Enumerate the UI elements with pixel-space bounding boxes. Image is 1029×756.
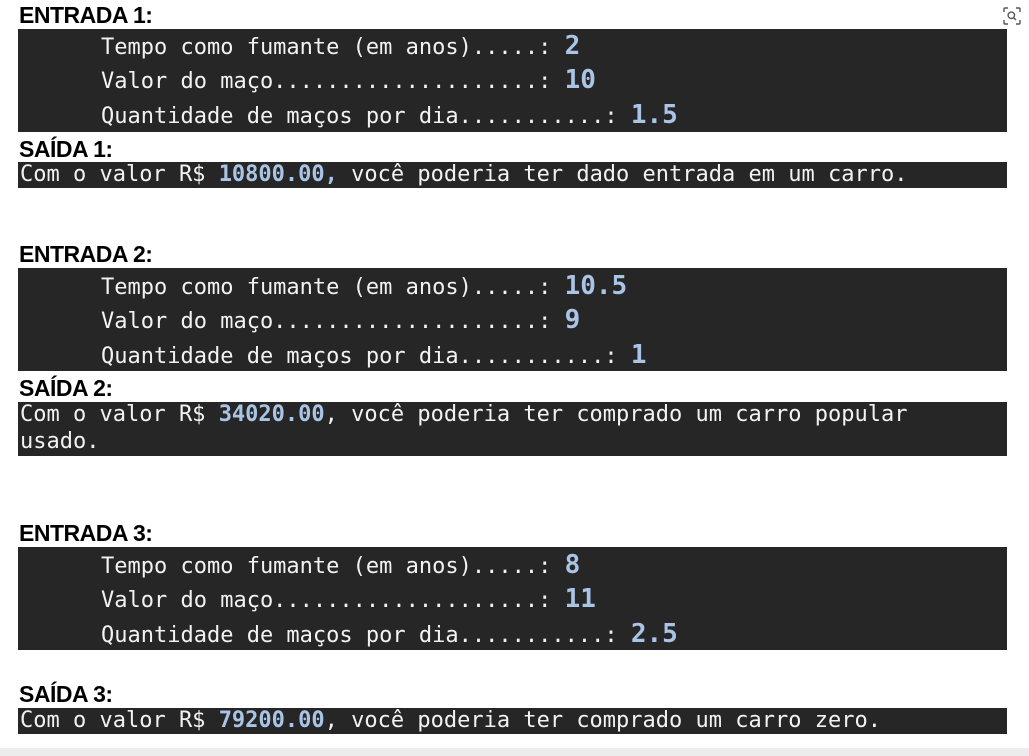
saida-suffix: você poderia ter dado entrada em um carr…	[337, 162, 908, 187]
visual-search-icon[interactable]	[1003, 7, 1021, 25]
saida-1-block: Com o valor R$ 10800.00, você poderia te…	[18, 162, 1007, 188]
entrada-2-title: ENTRADA 2:	[19, 241, 153, 267]
saida-value: 34020.00	[218, 402, 325, 427]
quantidade-value: 2.5	[630, 619, 678, 649]
bottom-divider	[0, 748, 1029, 756]
saida-prefix: Com o valor R$	[20, 402, 219, 427]
valor-value: 9	[564, 305, 581, 335]
quantidade-label: Quantidade de maços por dia...........:	[101, 104, 631, 129]
entrada-2-valor-line: Valor do maço....................: 9	[101, 305, 580, 337]
tempo-label: Tempo como fumante (em anos).....:	[101, 554, 565, 579]
saida-value: 10800.00,	[218, 162, 338, 187]
tempo-value: 8	[564, 550, 581, 580]
valor-value: 10	[564, 65, 596, 95]
entrada-1-block: Tempo como fumante (em anos).....: 2 Val…	[18, 29, 1007, 132]
saida-2-line-1: Com o valor R$ 34020.00, você poderia te…	[20, 402, 907, 428]
saida-value: 79200.00	[218, 708, 325, 733]
entrada-3-valor-line: Valor do maço....................: 11	[101, 584, 596, 616]
entrada-3-block: Tempo como fumante (em anos).....: 8 Val…	[18, 547, 1007, 650]
saida-2-title: SAÍDA 2:	[19, 375, 113, 401]
valor-label: Valor do maço....................:	[101, 588, 565, 613]
tempo-label: Tempo como fumante (em anos).....:	[101, 275, 565, 300]
saida-prefix: Com o valor R$	[20, 708, 219, 733]
saida-1-line: Com o valor R$ 10800.00, você poderia te…	[20, 162, 907, 188]
valor-label: Valor do maço....................:	[101, 309, 565, 334]
saida-3-title: SAÍDA 3:	[19, 681, 113, 707]
entrada-3-title: ENTRADA 3:	[19, 520, 153, 546]
tempo-label: Tempo como fumante (em anos).....:	[101, 35, 565, 60]
saida-suffix: , você poderia ter comprado um carro zer…	[324, 708, 881, 733]
saida-2-block: Com o valor R$ 34020.00, você poderia te…	[18, 402, 1007, 456]
entrada-1-valor-line: Valor do maço....................: 10	[101, 65, 596, 97]
tempo-value: 10.5	[564, 271, 628, 301]
saida-2-line-2: usado.	[20, 429, 100, 454]
saida-1-title: SAÍDA 1:	[19, 136, 113, 162]
entrada-2-quantidade-line: Quantidade de maços por dia...........: …	[101, 340, 646, 372]
quantidade-label: Quantidade de maços por dia...........:	[101, 344, 631, 369]
valor-label: Valor do maço....................:	[101, 69, 565, 94]
entrada-1-title: ENTRADA 1:	[19, 2, 153, 28]
saida-3-block: Com o valor R$ 79200.00, você poderia te…	[18, 708, 1007, 734]
entrada-2-block: Tempo como fumante (em anos).....: 10.5 …	[18, 268, 1007, 371]
valor-value: 11	[564, 584, 596, 614]
quantidade-value: 1.5	[630, 100, 678, 130]
entrada-1-quantidade-line: Quantidade de maços por dia...........: …	[101, 100, 678, 132]
quantidade-value: 1	[630, 340, 647, 370]
saida-suffix: , você poderia ter comprado um carro pop…	[324, 402, 908, 427]
saida-prefix: Com o valor R$	[20, 162, 219, 187]
entrada-3-tempo-line: Tempo como fumante (em anos).....: 8	[101, 550, 580, 582]
tempo-value: 2	[564, 31, 581, 61]
entrada-2-tempo-line: Tempo como fumante (em anos).....: 10.5	[101, 271, 627, 303]
entrada-1-tempo-line: Tempo como fumante (em anos).....: 2	[101, 31, 580, 63]
entrada-3-quantidade-line: Quantidade de maços por dia...........: …	[101, 619, 678, 651]
saida-3-line: Com o valor R$ 79200.00, você poderia te…	[20, 708, 881, 734]
quantidade-label: Quantidade de maços por dia...........:	[101, 623, 631, 648]
